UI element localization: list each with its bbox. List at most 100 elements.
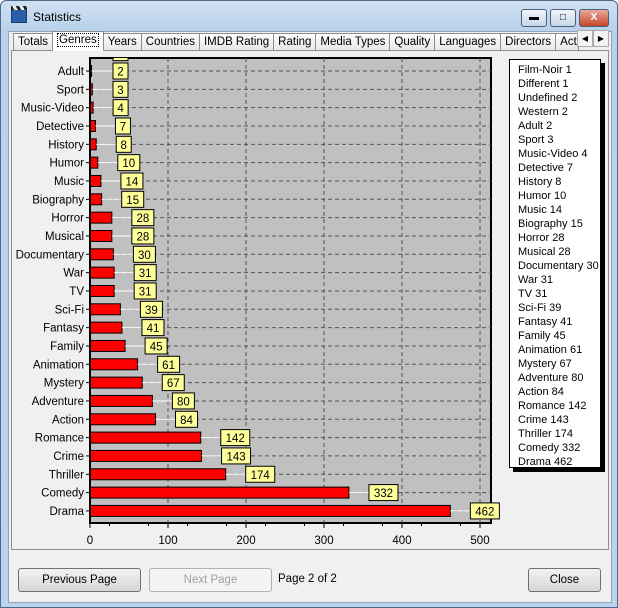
- bar-fantasy: [89, 321, 123, 334]
- bar-thriller: [89, 468, 227, 481]
- category-label: War: [63, 268, 84, 280]
- data-label: 80: [177, 396, 190, 408]
- x-tick-label: 300: [314, 535, 333, 547]
- legend-entry: Different 1: [518, 78, 569, 90]
- legend-entry: Western 2: [518, 106, 568, 118]
- bar-war: [89, 266, 115, 279]
- data-label: 8: [121, 140, 127, 152]
- tab-actors[interactable]: Actors: [555, 33, 580, 51]
- data-label: 332: [374, 488, 393, 500]
- bar-mystery: [89, 376, 143, 389]
- category-label: Detective: [36, 121, 84, 133]
- bar-humor: [89, 156, 99, 169]
- category-label: TV: [69, 286, 84, 298]
- data-label: 30: [138, 250, 151, 262]
- legend-entry: Crime 143: [518, 414, 569, 426]
- x-tick-label: 200: [236, 535, 255, 547]
- data-label: 10: [122, 158, 135, 170]
- tab-media-types[interactable]: Media Types: [315, 33, 391, 51]
- legend-entry: Horror 28: [518, 232, 565, 244]
- legend-entry: Music-Video 4: [518, 148, 588, 160]
- window-title: Statistics: [33, 10, 82, 24]
- legend-entry: Animation 61: [518, 344, 583, 356]
- bar-comedy: [89, 486, 350, 499]
- tab-rating[interactable]: Rating: [273, 33, 317, 51]
- category-label: Biography: [32, 194, 84, 206]
- legend-entry: Comedy 332: [518, 442, 581, 454]
- legend-entry: Sci-Fi 39: [518, 302, 562, 314]
- bar-sci-fi: [89, 303, 121, 316]
- tab-scroll-left-icon[interactable]: ◀: [577, 30, 593, 47]
- tab-genres[interactable]: Genres: [52, 31, 104, 51]
- category-label: Animation: [33, 359, 84, 371]
- legend-entry: Documentary 30: [518, 260, 599, 272]
- category-label: History: [48, 139, 84, 151]
- minimize-button[interactable]: ▬: [521, 9, 547, 27]
- tab-imdb-rating[interactable]: IMDB Rating: [198, 33, 275, 51]
- tab-totals[interactable]: Totals: [13, 33, 54, 51]
- bar-family: [89, 339, 126, 352]
- legend-entry: Thriller 174: [518, 428, 574, 440]
- close-window-button[interactable]: X: [579, 9, 609, 27]
- chart-legend: Film-Noir 1 Different 1 Undefined 2 Western…: [509, 59, 601, 468]
- bar-romance: [89, 431, 202, 444]
- category-label: Mystery: [44, 378, 85, 390]
- bar-musical: [89, 229, 113, 242]
- bar-horror: [89, 211, 113, 224]
- category-label: Documentary: [16, 249, 85, 261]
- legend-entry: History 8: [518, 176, 562, 188]
- category-label: Sci-Fi: [55, 304, 84, 316]
- tab-label: Media Types: [320, 36, 386, 48]
- legend-entry: Adventure 80: [518, 372, 584, 384]
- legend-entry: Family 45: [518, 330, 566, 342]
- legend-entry: Biography 15: [518, 218, 583, 230]
- genres-panel: 0 100 200 300 400 500 2 2 3 4 7 8 10 14 15 28 28 30 31 31 39…: [11, 50, 609, 550]
- tab-label: Totals: [18, 36, 49, 48]
- data-label: 31: [139, 268, 152, 280]
- x-tick-label: 500: [470, 535, 489, 547]
- bar-drama: [89, 504, 451, 517]
- previous-page-label: Previous Page: [42, 574, 117, 586]
- close-label: Close: [549, 574, 580, 586]
- category-label: Sport: [57, 84, 85, 96]
- tab-label: Languages: [439, 36, 497, 48]
- legend-entry: Romance 142: [518, 400, 587, 412]
- data-label: 67: [167, 378, 180, 390]
- data-label: 462: [475, 506, 494, 518]
- tab-scroll-right-icon[interactable]: ▶: [593, 30, 609, 47]
- data-label: 174: [251, 470, 271, 482]
- close-button[interactable]: Close: [528, 568, 601, 592]
- page-indicator: Page 2 of 2: [278, 573, 337, 585]
- category-label: Action: [52, 414, 84, 426]
- category-label: Music: [54, 176, 84, 188]
- tab-quality[interactable]: Quality: [389, 33, 436, 51]
- category-label: Drama: [49, 506, 84, 518]
- data-label: 39: [145, 305, 158, 317]
- legend-entry: Drama 462: [518, 456, 573, 468]
- maximize-button[interactable]: □: [550, 9, 576, 27]
- clapperboard-icon: [11, 6, 27, 23]
- tab-label: Years: [107, 36, 137, 48]
- legend-entry: War 31: [518, 274, 554, 286]
- tab-directors[interactable]: Directors: [500, 33, 557, 51]
- bar-biography: [89, 193, 103, 206]
- bar-documentary: [89, 248, 114, 261]
- tab-languages[interactable]: Languages: [434, 33, 502, 51]
- data-label: 28: [136, 231, 149, 243]
- data-label: 142: [226, 433, 245, 445]
- legend-entry: Undefined 2: [518, 92, 578, 104]
- category-label: Fantasy: [43, 323, 84, 335]
- tab-years[interactable]: Years: [102, 33, 142, 51]
- data-label: 84: [180, 415, 193, 427]
- category-label: Adventure: [32, 396, 84, 408]
- data-label: 28: [136, 213, 149, 225]
- category-label: Romance: [35, 433, 84, 445]
- bar-action: [89, 413, 157, 426]
- tab-countries[interactable]: Countries: [140, 33, 200, 51]
- data-label: 61: [162, 360, 175, 372]
- bar-adventure: [89, 394, 153, 407]
- data-label: 14: [126, 176, 139, 188]
- data-label: 2: [117, 51, 123, 60]
- previous-page-button[interactable]: Previous Page: [18, 568, 141, 592]
- data-label: 143: [226, 451, 245, 463]
